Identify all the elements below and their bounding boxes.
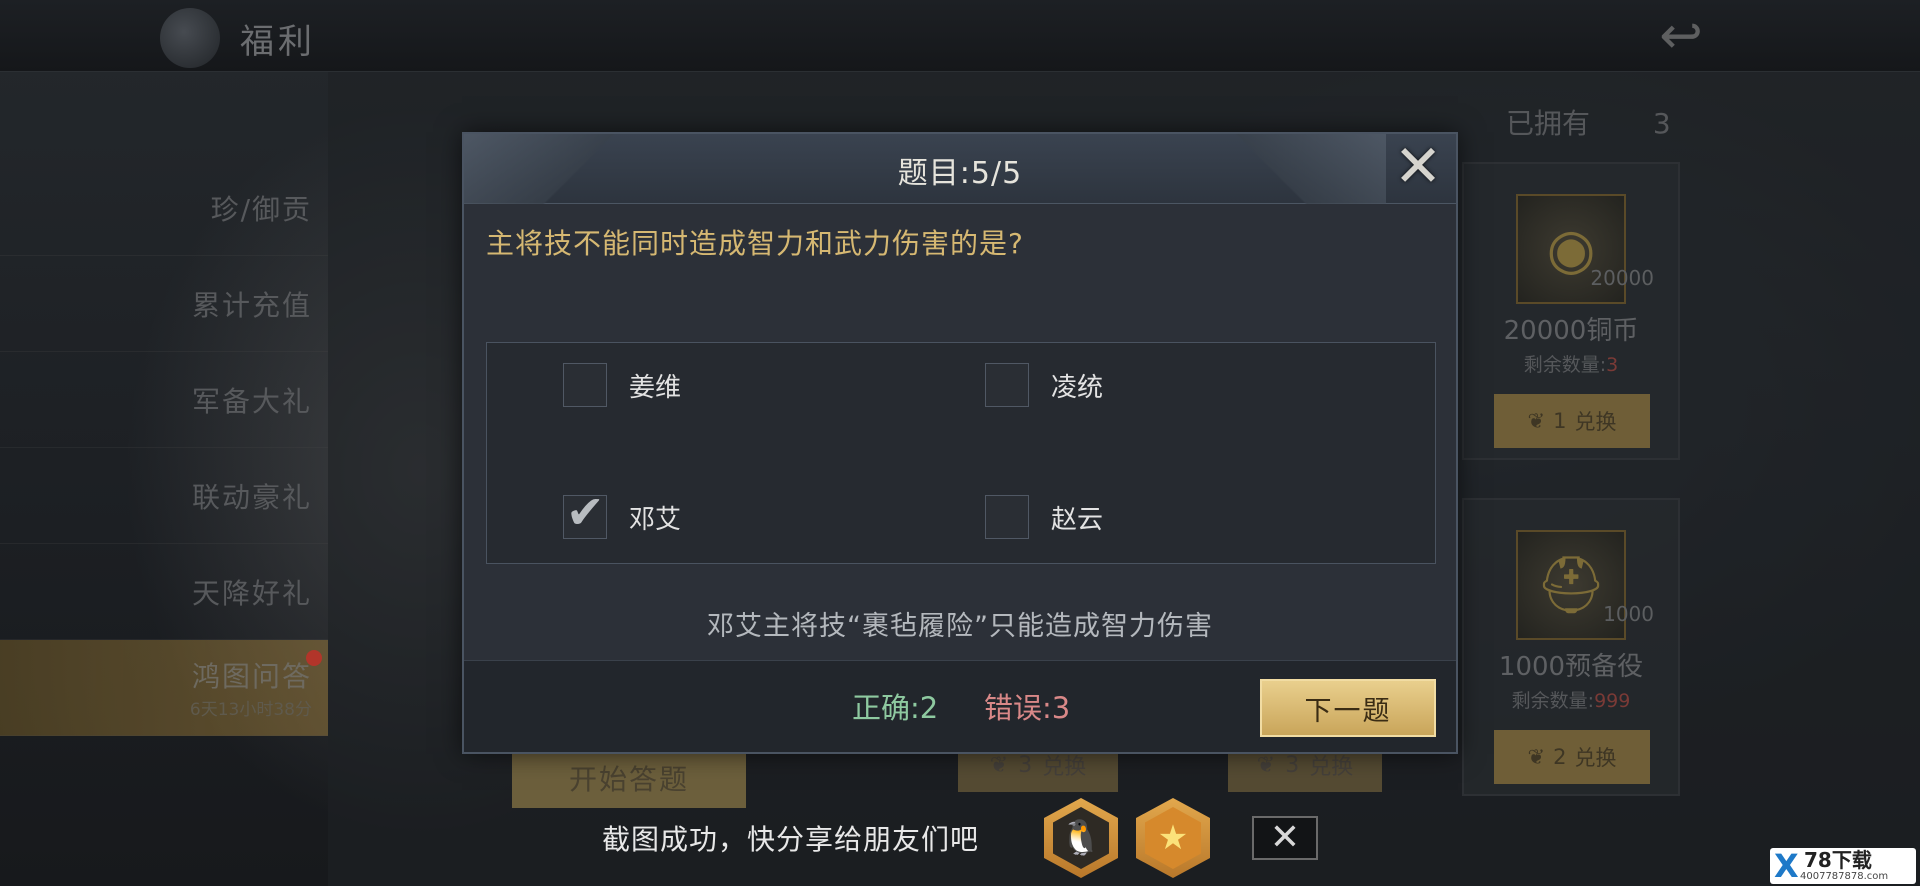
exchange-label: 兑换 <box>1574 746 1617 770</box>
reward-name: 20000铜币 <box>1503 316 1639 346</box>
share-prompt: 截图成功，快分享给朋友们吧 <box>602 823 980 856</box>
checkmark-icon: ✔ <box>566 485 605 539</box>
close-icon[interactable]: ✕ <box>1386 134 1450 198</box>
owned-count: 3 <box>1652 107 1671 140</box>
menu-item-label: 军备大礼 <box>191 384 312 418</box>
remaining-label: 剩余数量: <box>1511 690 1595 712</box>
reward-card-copper: ◉ 20000 20000铜币 剩余数量:3 ❦ 1 兑换 <box>1462 162 1680 460</box>
page-title: 福利 <box>240 22 316 62</box>
option-checkbox[interactable] <box>985 495 1029 539</box>
reward-qty: 1000 <box>1603 602 1654 626</box>
menu-item-label: 累计充值 <box>191 288 312 322</box>
exchange-button-copper[interactable]: ❦ 1 兑换 <box>1494 394 1650 448</box>
token-icon: ❦ <box>1256 752 1276 778</box>
option-lingtong[interactable]: 凌统 <box>985 363 1103 407</box>
token-icon: ❦ <box>989 752 1009 778</box>
options-panel: 姜维 凌统 ✔ 邓艾 赵云 <box>486 342 1436 564</box>
option-jiangwei[interactable]: 姜维 <box>563 363 681 407</box>
menu-item-cumulative-recharge[interactable]: 累计充值 <box>0 256 328 352</box>
quiz-countdown: 6天13小时38分 <box>189 700 312 720</box>
reward-name: 1000预备役 <box>1498 652 1644 682</box>
menu-item-armament-gift[interactable]: 军备大礼 <box>0 352 328 448</box>
answer-explanation: 邓艾主将技“裹毡履险”只能造成智力伤害 <box>707 611 1213 642</box>
menu-item-label: 珍/御贡 <box>210 192 312 226</box>
option-label: 赵云 <box>1051 504 1104 535</box>
option-checkbox[interactable]: ✔ <box>563 486 607 539</box>
back-dragon-icon[interactable]: ↩ <box>1636 6 1726 66</box>
remaining-value: 999 <box>1594 690 1631 712</box>
menu-item-label: 联动豪礼 <box>191 480 312 514</box>
watermark-url: 4007787878.com <box>1800 871 1889 882</box>
menu-item-collab-gift[interactable]: 联动豪礼 <box>0 448 328 544</box>
menu-item-label: 鸿图问答 <box>191 660 312 693</box>
remaining-value: 3 <box>1606 354 1619 376</box>
dialog-footer: 正确:2 错误:3 下一题 <box>464 660 1456 752</box>
share-close-icon[interactable]: ✕ <box>1252 816 1318 860</box>
exchange-cost: 3 <box>1018 752 1033 778</box>
option-dengai[interactable]: ✔ 邓艾 <box>563 486 682 539</box>
option-label: 姜维 <box>629 372 682 403</box>
menu-item-tribute[interactable]: 珍/御贡 <box>0 160 328 256</box>
watermark-text: 78下载 <box>1804 848 1872 872</box>
welfare-emblem-icon <box>160 8 220 68</box>
notification-dot <box>306 650 322 666</box>
menu-item-quiz[interactable]: 鸿图问答 6天13小时38分 <box>0 640 328 736</box>
menu-item-sky-gift[interactable]: 天降好礼 <box>0 544 328 640</box>
start-quiz-button[interactable]: 开始答题 <box>512 748 746 808</box>
left-menu: 珍/御贡 累计充值 军备大礼 联动豪礼 天降好礼 鸿图问答 6天13小时38分 <box>0 160 328 736</box>
option-label: 凌统 <box>1051 372 1104 403</box>
remaining-label: 剩余数量: <box>1523 354 1607 376</box>
quiz-dialog: 题目:5/5 ✕ 主将技不能同时造成智力和武力伤害的是? 姜维 凌统 ✔ 邓艾 … <box>462 132 1458 754</box>
qzone-star-icon: ★ <box>1145 807 1201 869</box>
reward-qty: 20000 <box>1590 266 1654 290</box>
reward-remaining: 剩余数量:3 <box>1464 350 1678 377</box>
qq-penguin-icon: 🐧 <box>1053 807 1109 869</box>
watermark-x-icon: X <box>1774 847 1799 885</box>
exchange-label: 兑换 <box>1574 410 1617 434</box>
next-question-button[interactable]: 下一题 <box>1260 679 1436 737</box>
question-counter: 题目:5/5 <box>897 156 1023 191</box>
dialog-header: 题目:5/5 ✕ <box>464 134 1456 204</box>
exchange-cost: 3 <box>1285 752 1300 778</box>
reward-card-reserve: ⛑ 1000 1000预备役 剩余数量:999 ❦ 2 兑换 <box>1462 498 1680 796</box>
option-zhaoyun[interactable]: 赵云 <box>985 495 1103 539</box>
reward-remaining: 剩余数量:999 <box>1464 686 1678 713</box>
watermark-logo: X 78下载 4007787878.com <box>1770 848 1916 884</box>
question-text: 主将技不能同时造成智力和武力伤害的是? <box>486 227 1024 260</box>
owned-label: 已拥有 <box>1506 107 1591 140</box>
option-label: 邓艾 <box>629 504 682 535</box>
option-checkbox[interactable] <box>563 363 607 407</box>
wrong-count: 错误:3 <box>984 691 1071 725</box>
token-icon: ❦ <box>1527 745 1546 769</box>
option-checkbox[interactable] <box>985 363 1029 407</box>
exchange-cost: 1 <box>1553 409 1567 433</box>
top-bar: 福利 ↩ <box>0 0 1920 72</box>
menu-item-label: 天降好礼 <box>191 576 312 610</box>
correct-count: 正确:2 <box>852 691 939 725</box>
exchange-cost: 2 <box>1553 745 1567 769</box>
exchange-button-reserve[interactable]: ❦ 2 兑换 <box>1494 730 1650 784</box>
token-icon: ❦ <box>1527 409 1546 433</box>
owned-tokens: 已拥有 3 <box>1506 102 1671 142</box>
